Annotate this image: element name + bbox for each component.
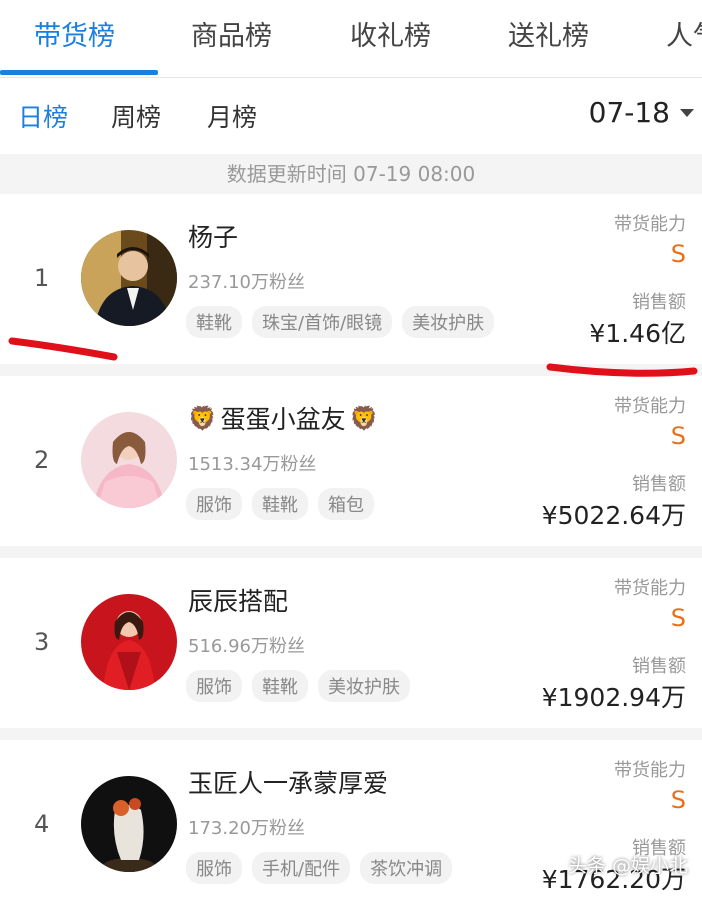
category-tag: 美妆护肤 (402, 306, 495, 338)
fan-count: 516.96万粉丝 (188, 636, 305, 657)
watermark: 头条 @娱小北 (567, 855, 688, 877)
sales-value: ¥1.46亿 (589, 319, 686, 348)
category-tag: 鞋靴 (186, 306, 242, 338)
streamer-name[interactable]: 杨子 (188, 218, 238, 254)
ability-label: 带货能力 (614, 760, 686, 781)
category-tag: 箱包 (318, 488, 374, 520)
tab-weekly[interactable]: 周榜 (111, 98, 161, 134)
date-value: 07-18 (588, 96, 670, 129)
ability-grade: S (670, 604, 686, 632)
sales-label: 销售额 (632, 474, 686, 495)
tab-songli[interactable]: 送礼榜 (508, 14, 589, 53)
sales-label: 销售额 (632, 656, 686, 677)
streamer-name[interactable]: 🦁 蛋蛋小盆友 🦁 (188, 400, 378, 436)
ability-grade: S (670, 786, 686, 814)
streamer-name[interactable]: 玉匠人一承蒙厚爱 (188, 764, 388, 800)
tab-shouli[interactable]: 收礼榜 (350, 14, 431, 53)
ability-grade: S (670, 422, 686, 450)
ability-grade: S (670, 240, 686, 268)
ability-label: 带货能力 (614, 214, 686, 235)
category-tag: 服饰 (186, 670, 242, 702)
period-tab-bar: 日榜 周榜 月榜 07-18 (0, 78, 702, 154)
rank-number: 1 (34, 264, 50, 292)
category-tags: 服饰 鞋靴 箱包 (186, 488, 374, 520)
category-tag: 鞋靴 (252, 488, 308, 520)
category-tags: 鞋靴 珠宝/首饰/眼镜 美妆护肤 (186, 306, 495, 338)
tab-shangpin[interactable]: 商品榜 (191, 14, 272, 53)
list-item[interactable]: 3 辰辰搭配 516.96万粉丝 服饰 鞋靴 美妆护肤 带货能力 S 销售额 ¥… (0, 558, 702, 728)
row-divider (0, 546, 702, 558)
tab-renqi[interactable]: 人气 (666, 14, 702, 53)
fan-count: 1513.34万粉丝 (188, 454, 317, 475)
rank-number: 3 (34, 628, 50, 656)
category-tag: 鞋靴 (252, 670, 308, 702)
category-tag: 手机/配件 (252, 852, 351, 884)
ranking-list: 1 杨子 237.10万粉丝 鞋靴 珠宝/首饰/眼镜 美妆护肤 带货能力 S 销… (0, 194, 702, 898)
category-tags: 服饰 手机/配件 茶饮冲调 (186, 852, 453, 884)
sales-value: ¥5022.64万 (541, 501, 686, 530)
top-tab-bar: 带货榜 商品榜 收礼榜 送礼榜 人气 (0, 0, 702, 78)
avatar[interactable] (81, 776, 177, 872)
avatar[interactable] (81, 412, 177, 508)
sales-label: 销售额 (632, 292, 686, 313)
avatar[interactable] (81, 230, 177, 326)
sales-value: ¥1902.94万 (541, 683, 686, 712)
category-tags: 服饰 鞋靴 美妆护肤 (186, 670, 410, 702)
lion-icon: 🦁 (349, 405, 379, 432)
date-selector[interactable]: 07-18 (589, 96, 694, 129)
fan-count: 173.20万粉丝 (188, 818, 305, 839)
category-tag: 服饰 (186, 852, 242, 884)
update-time-banner: 数据更新时间 07-19 08:00 (0, 154, 702, 194)
lion-icon: 🦁 (188, 405, 217, 432)
tab-daily[interactable]: 日榜 (18, 98, 68, 134)
rank-number: 4 (34, 810, 50, 838)
row-divider (0, 364, 702, 376)
list-item[interactable]: 2 🦁 蛋蛋小盆友 🦁 1513.34万粉丝 服饰 鞋靴 箱包 带货能力 S 销… (0, 376, 702, 546)
ability-label: 带货能力 (614, 578, 686, 599)
streamer-name[interactable]: 辰辰搭配 (188, 582, 288, 618)
tab-daihuo[interactable]: 带货榜 (34, 14, 115, 53)
fan-count: 237.10万粉丝 (188, 272, 305, 293)
ability-label: 带货能力 (614, 396, 686, 417)
category-tag: 美妆护肤 (318, 670, 410, 702)
active-tab-indicator (0, 70, 158, 75)
category-tag: 珠宝/首饰/眼镜 (252, 306, 393, 338)
list-item[interactable]: 1 杨子 237.10万粉丝 鞋靴 珠宝/首饰/眼镜 美妆护肤 带货能力 S 销… (0, 194, 702, 364)
chevron-down-icon (680, 108, 694, 117)
avatar[interactable] (81, 594, 177, 690)
rank-number: 2 (34, 446, 50, 474)
tab-monthly[interactable]: 月榜 (207, 98, 257, 134)
row-divider (0, 728, 702, 740)
category-tag: 服饰 (186, 488, 242, 520)
category-tag: 茶饮冲调 (360, 852, 453, 884)
